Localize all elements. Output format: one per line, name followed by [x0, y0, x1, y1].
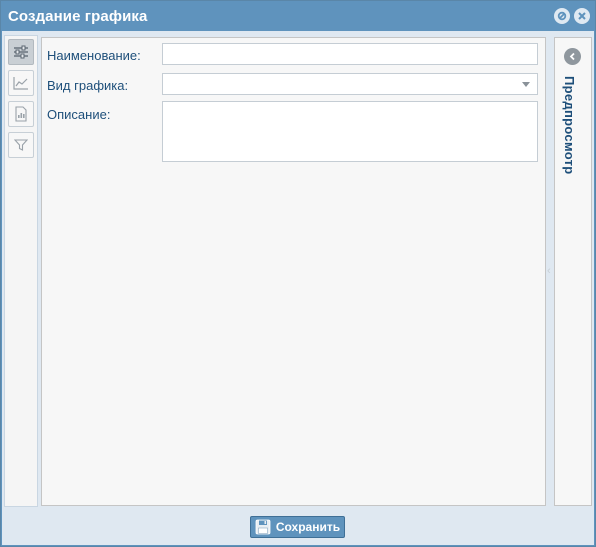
document-chart-icon: [15, 106, 27, 122]
window-title: Создание графика: [8, 8, 148, 25]
chart-type-label: Вид графика:: [47, 78, 129, 93]
line-chart-icon: [13, 77, 28, 90]
chevron-down-icon[interactable]: [522, 82, 530, 87]
left-toolbar: [4, 35, 38, 507]
chart-type-select[interactable]: [162, 73, 538, 95]
splitter-collapse-icon[interactable]: ‹: [547, 265, 551, 277]
dialog-window: Создание графика Наименование: Вид графи…: [0, 0, 596, 547]
description-field-box: [162, 101, 538, 162]
filter-icon: [14, 139, 28, 151]
preview-panel-collapsed[interactable]: Предпросмотр: [554, 37, 592, 506]
chart-tab-button[interactable]: [8, 70, 34, 96]
settings-tab-button[interactable]: [8, 39, 34, 65]
chart-type-value[interactable]: [163, 74, 537, 94]
dialog-body: Наименование: Вид графика: Описание: ‹ П…: [2, 31, 594, 509]
data-tab-button[interactable]: [8, 101, 34, 127]
chevron-left-icon[interactable]: [564, 48, 581, 65]
dialog-footer: Сохранить: [2, 509, 594, 545]
floppy-disk-icon: [255, 519, 271, 535]
description-label: Описание:: [47, 107, 111, 122]
save-button-label: Сохранить: [275, 520, 341, 534]
name-field-box: [162, 43, 538, 65]
save-button[interactable]: Сохранить: [250, 516, 345, 538]
settings-form-panel: Наименование: Вид графика: Описание:: [41, 37, 546, 506]
minimize-icon[interactable]: [554, 8, 570, 24]
preview-title: Предпросмотр: [562, 76, 577, 175]
window-titlebar[interactable]: Создание графика: [1, 1, 595, 31]
settings-sliders-icon: [14, 45, 28, 59]
name-input[interactable]: [163, 44, 537, 64]
close-icon[interactable]: [574, 8, 590, 24]
filter-tab-button[interactable]: [8, 132, 34, 158]
description-textarea[interactable]: [163, 102, 537, 161]
name-label: Наименование:: [47, 48, 141, 63]
